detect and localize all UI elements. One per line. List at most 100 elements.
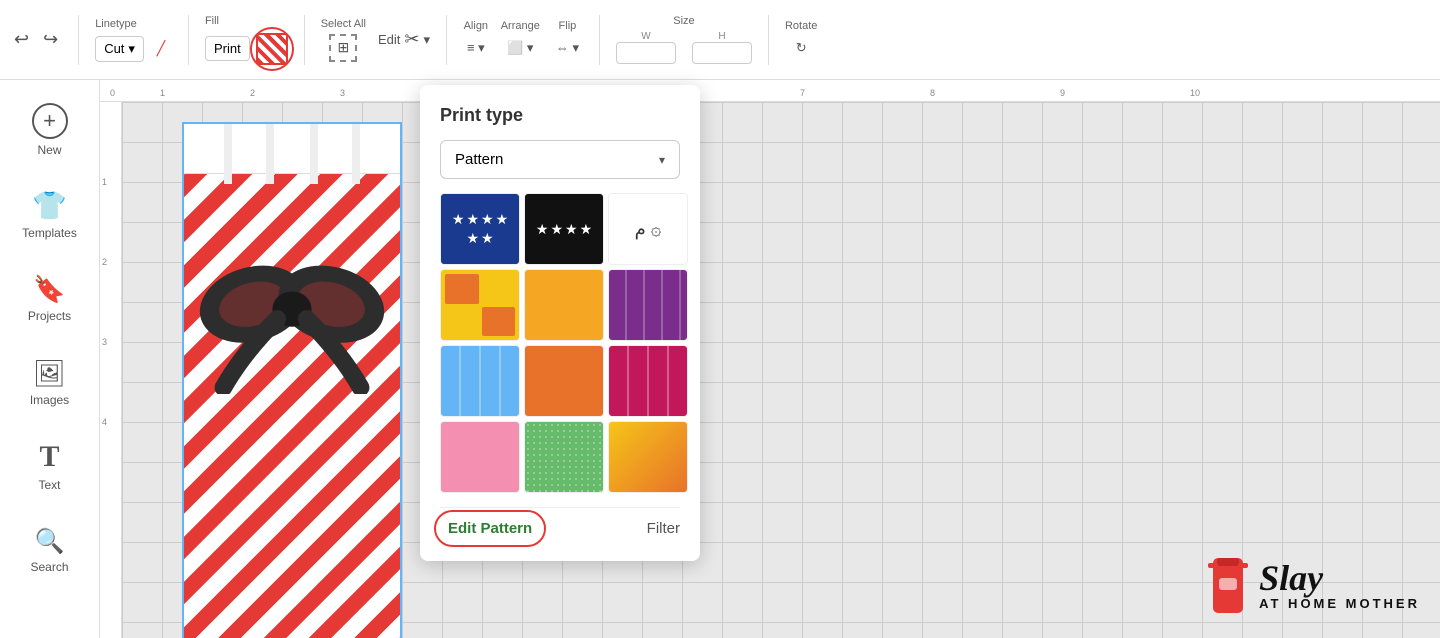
linetype-value: Cut <box>104 41 124 56</box>
logo: Slay AT HOME MOTHER <box>1203 553 1420 618</box>
arrange-label: Arrange <box>501 20 540 32</box>
pattern-yellow-blocks[interactable] <box>440 269 520 341</box>
edit-label: Edit <box>378 32 400 47</box>
select-all-group[interactable]: Select All ⊞ <box>321 18 366 62</box>
edit-group[interactable]: Edit ✂ ▾ <box>378 29 430 50</box>
pattern-stars-blue[interactable]: ★ ★ ★ ★ ★ ★ <box>440 193 520 265</box>
bag-handle-right <box>310 122 360 184</box>
sidebar-item-text[interactable]: T Text <box>10 426 90 506</box>
templates-icon: 👕 <box>32 189 67 222</box>
scissors-icon: ✂ <box>404 29 419 50</box>
ruler-vmark-2: 2 <box>102 257 107 267</box>
align-button[interactable]: ≡ ▾ <box>463 36 489 60</box>
pattern-magenta[interactable] <box>608 345 688 417</box>
fill-select[interactable]: Print <box>205 36 250 61</box>
pattern-grid: ★ ★ ★ ★ ★ ★ ★ ★ ★ ★ ۞ ﻡ <box>440 193 680 493</box>
sidebar-item-new[interactable]: + New <box>10 90 90 170</box>
divider-4 <box>446 15 447 65</box>
filter-button[interactable]: Filter <box>647 520 680 537</box>
width-input[interactable] <box>616 42 676 64</box>
sidebar-item-templates[interactable]: 👕 Templates <box>10 174 90 254</box>
sidebar-text-label: Text <box>38 478 60 492</box>
ruler-horizontal: 0 1 2 3 4 5 6 7 8 9 10 <box>100 80 1440 102</box>
align-label: Align <box>464 20 488 32</box>
rotate-button[interactable]: ↻ <box>792 36 811 60</box>
design-canvas[interactable] <box>182 122 402 638</box>
bag-handle-left <box>224 122 274 184</box>
select-all-icon: ⊞ <box>329 34 357 62</box>
images-icon: 🖼 <box>33 358 66 389</box>
ruler-mark-8: 8 <box>930 88 935 98</box>
projects-icon: 🔖 <box>33 274 65 305</box>
popup-title: Print type <box>440 105 680 126</box>
search-icon: 🔍 <box>35 527 65 556</box>
logo-slay: Slay <box>1259 560 1420 596</box>
redo-button[interactable]: ↪ <box>39 25 62 54</box>
bag-ribbon <box>194 204 390 424</box>
ruler-mark-0: 0 <box>110 88 115 98</box>
dropdown-arrow-icon: ▾ <box>659 153 665 167</box>
text-icon: T <box>39 440 59 474</box>
logo-text: Slay AT HOME MOTHER <box>1259 560 1420 611</box>
bag-top <box>184 124 400 174</box>
rotate-group: Rotate ↻ <box>785 20 817 60</box>
line-color-icon[interactable]: ╱ <box>150 38 172 60</box>
undo-redo-group: ↩ ↪ <box>10 25 62 54</box>
edit-arrow: ▾ <box>423 32 430 48</box>
fill-label: Fill <box>205 15 219 27</box>
divider-6 <box>768 15 769 65</box>
ruler-mark-9: 9 <box>1060 88 1065 98</box>
canvas-area: Slay AT HOME MOTHER <box>122 102 1440 638</box>
pattern-green-speckle[interactable] <box>524 421 604 493</box>
height-label: H <box>718 31 725 42</box>
divider-5 <box>599 15 600 65</box>
width-label: W <box>641 31 650 42</box>
edit-pattern-button[interactable]: Edit Pattern <box>440 516 540 541</box>
pattern-stars-black[interactable]: ★ ★ ★ ★ <box>524 193 604 265</box>
size-group: Size W H <box>616 15 752 64</box>
linetype-label: Linetype <box>95 18 137 30</box>
pattern-dropdown[interactable]: Pattern ▾ <box>440 140 680 179</box>
pattern-orange-solid[interactable] <box>524 345 604 417</box>
ruler-vmark-1: 1 <box>102 177 107 187</box>
ruler-vmark-3: 3 <box>102 337 107 347</box>
ruler-mark-2: 2 <box>250 88 255 98</box>
size-label: Size <box>673 15 694 27</box>
sidebar-templates-label: Templates <box>22 226 77 240</box>
align-group: Align ≡ ▾ <box>463 20 489 60</box>
ruler-mark-3: 3 <box>340 88 345 98</box>
toolbar: ↩ ↪ Linetype Cut ▾ ╱ Fill Print Se <box>0 0 1440 80</box>
undo-button[interactable]: ↩ <box>10 25 33 54</box>
plus-icon: + <box>32 103 68 139</box>
ruler-mark-7: 7 <box>800 88 805 98</box>
sidebar-search-label: Search <box>30 560 68 574</box>
ruler-vmark-4: 4 <box>102 417 107 427</box>
divider-2 <box>188 15 189 65</box>
linetype-arrow: ▾ <box>128 41 135 57</box>
ruler-vertical: 1 2 3 4 <box>100 102 122 638</box>
pattern-blue-lines[interactable] <box>440 345 520 417</box>
pattern-gradient-orange[interactable] <box>608 421 688 493</box>
pattern-orange[interactable] <box>524 269 604 341</box>
pattern-purple[interactable] <box>608 269 688 341</box>
sidebar-item-search[interactable]: 🔍 Search <box>10 510 90 590</box>
dropdown-value: Pattern <box>455 151 503 168</box>
sidebar-projects-label: Projects <box>28 309 71 323</box>
ruler-marks: 0 1 2 3 4 5 6 7 8 9 10 <box>100 80 1440 101</box>
popup-bottom: Edit Pattern Filter <box>440 507 680 541</box>
divider-3 <box>304 15 305 65</box>
ruler-mark-1: 1 <box>160 88 165 98</box>
fill-preview-container[interactable] <box>256 33 288 65</box>
pattern-pink[interactable] <box>440 421 520 493</box>
linetype-group: Linetype Cut ▾ ╱ <box>95 18 172 62</box>
sidebar-item-images[interactable]: 🖼 Images <box>10 342 90 422</box>
edit-pattern-label: Edit Pattern <box>448 520 532 537</box>
height-input[interactable] <box>692 42 752 64</box>
flip-button[interactable]: ⇔ ▾ <box>552 36 583 60</box>
select-all-label: Select All <box>321 18 366 30</box>
linetype-select[interactable]: Cut ▾ <box>95 36 144 62</box>
fill-value: Print <box>214 41 241 56</box>
arrange-button[interactable]: ⬜ ▾ <box>503 36 537 60</box>
pattern-arabic[interactable]: ۞ ﻡ <box>608 193 688 265</box>
sidebar-item-projects[interactable]: 🔖 Projects <box>10 258 90 338</box>
